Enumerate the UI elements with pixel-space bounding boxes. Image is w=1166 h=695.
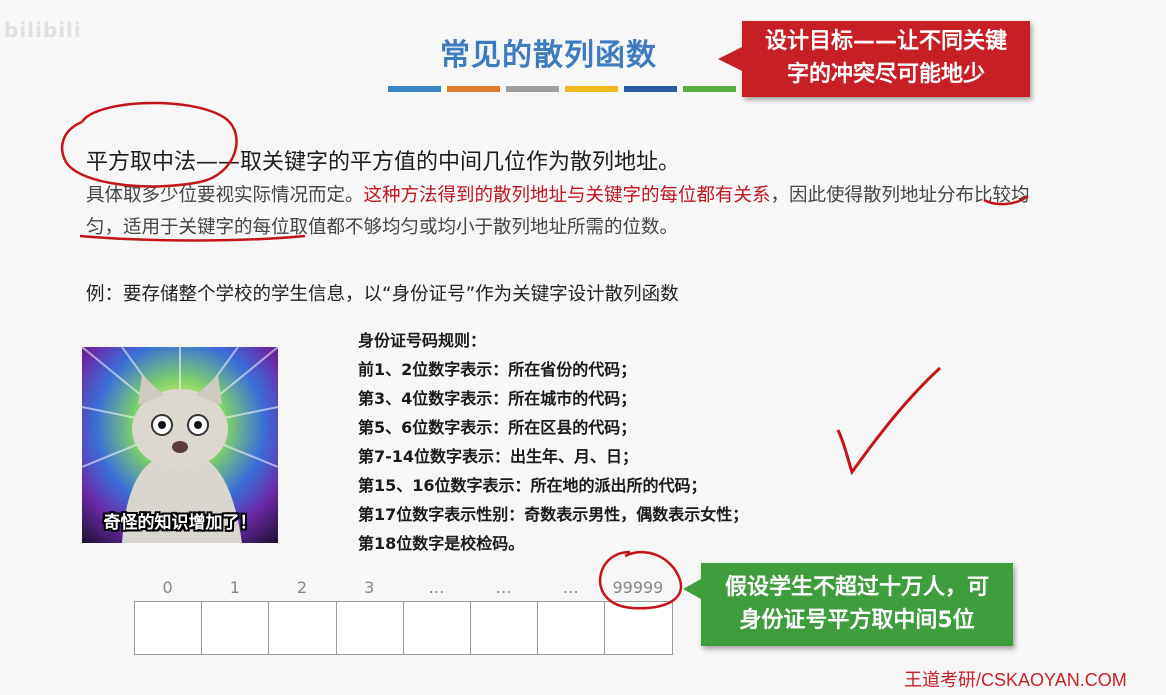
assumption-line2: 身份证号平方取中间5位 [739,608,975,633]
table-cell [605,602,672,654]
table-cell [538,602,606,654]
divider-segment [683,86,736,92]
rule-line: 前1、2位数字表示：所在省份的代码； [358,360,637,379]
rule-line: 身份证号码规则： [358,331,487,350]
method-definition: ——取关键字的平方值的中间几位作为散列地址。 [196,150,681,175]
method-description: 具体取多少位要视实际情况而定。这种方法得到的散列地址与关键字的每位都有关系，因此… [86,180,1046,244]
id-number-rules: 身份证号码规则： 前1、2位数字表示：所在省份的代码； 第3、4位数字表示：所在… [358,326,748,558]
footer-brand: 王道考研/CSKAOYAN.COM [904,670,1127,690]
table-cell [135,602,203,654]
assumption-callout: 假设学生不超过十万人，可 身份证号平方取中间5位 [683,563,1013,646]
design-goal-callout: 设计目标——让不同关键 字的冲突尽可能地少 [718,21,1030,97]
checkmark-icon [836,366,942,476]
divider-segment [506,86,559,92]
divider-segment [565,86,618,92]
description-highlight: 这种方法得到的散列地址与关键字的每位都有关系 [363,185,771,206]
table-index: 3 [364,578,375,597]
method-heading: 平方取中法——取关键字的平方值的中间几位作为散列地址。 [86,144,680,176]
table-index: 2 [296,578,308,597]
design-goal-line1: 设计目标——让不同关键 [764,29,1007,54]
divider-segment [447,86,500,92]
rule-line: 第15、16位数字表示：所在地的派出所的代码； [358,476,707,495]
rule-line: 第18位数字是校检码。 [358,534,525,553]
bilibili-watermark: bilibili [4,18,82,42]
example-text: 例：要存储整个学校的学生信息，以“身份证号”作为关键字设计散列函数 [86,284,679,305]
title-divider [388,86,736,92]
description-part1: 具体取多少位要视实际情况而定。 [86,185,364,206]
surprised-cat-meme: 奇怪的知识增加了！ [82,347,278,543]
rule-line: 第3、4位数字表示：所在城市的代码； [358,389,637,408]
table-index: 1 [229,578,240,597]
table-cell [202,602,270,654]
divider-segment [388,86,441,92]
design-goal-line2: 字的冲突尽可能地少 [786,62,985,87]
rule-line: 第17位数字表示性别：奇数表示男性，偶数表示女性； [358,505,749,524]
table-index: … [562,578,579,597]
divider-segment [624,86,677,92]
assumption-line1: 假设学生不超过十万人，可 [724,575,989,600]
table-cell [269,602,337,654]
table-cell [336,602,404,654]
table-index: 99999 [612,578,664,597]
table-cell [403,602,471,654]
table-index: … [428,578,445,597]
method-name: 平方取中法 [86,150,197,175]
slide-title: 常见的散列函数 [440,38,657,73]
rule-line: 第5、6位数字表示：所在区县的代码； [358,418,637,437]
table-index: … [495,578,512,597]
hash-table-cells [134,601,673,655]
table-cell [470,602,539,654]
hash-table-indices: 0 1 2 3 … … … 99999 [134,578,672,597]
table-index: 0 [162,578,173,597]
rule-line: 第7-14位数字表示：出生年、月、日； [358,447,639,466]
meme-caption: 奇怪的知识增加了！ [103,513,257,533]
